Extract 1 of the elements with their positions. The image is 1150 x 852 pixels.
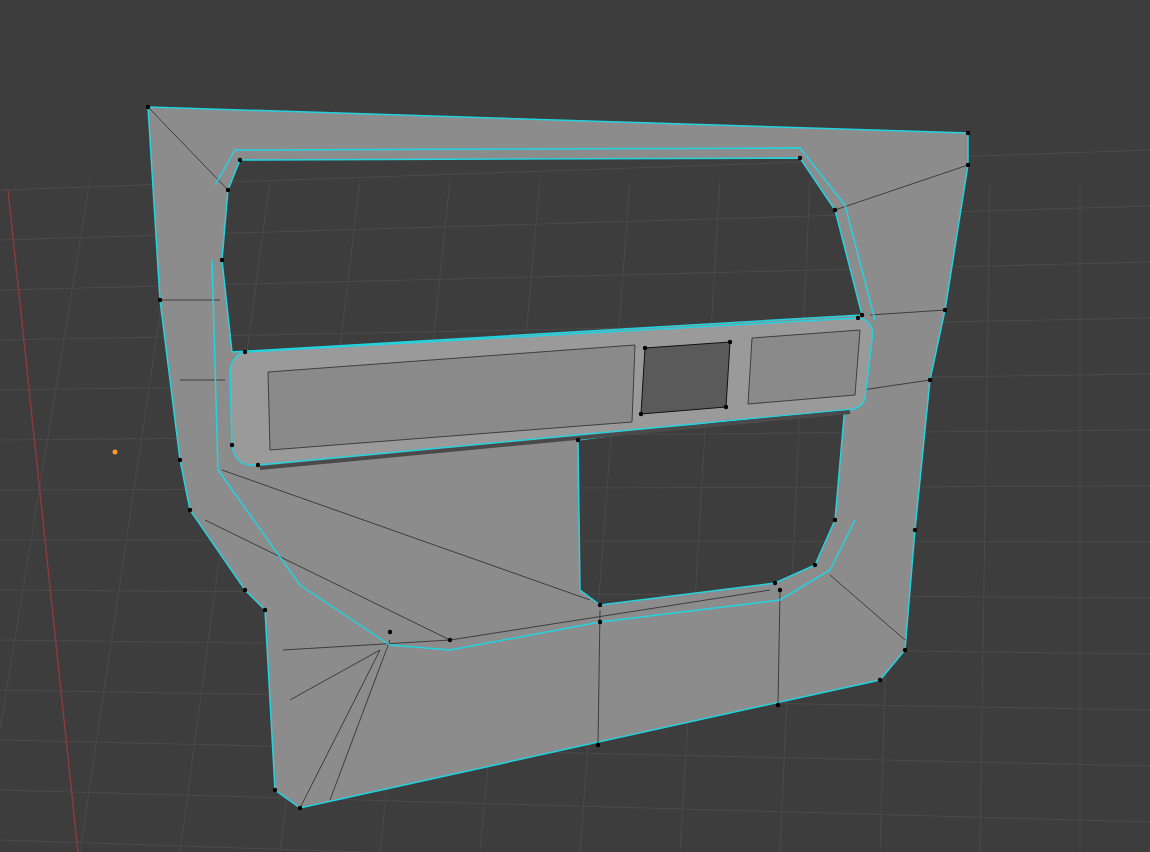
origin-dot-icon: [112, 449, 118, 455]
